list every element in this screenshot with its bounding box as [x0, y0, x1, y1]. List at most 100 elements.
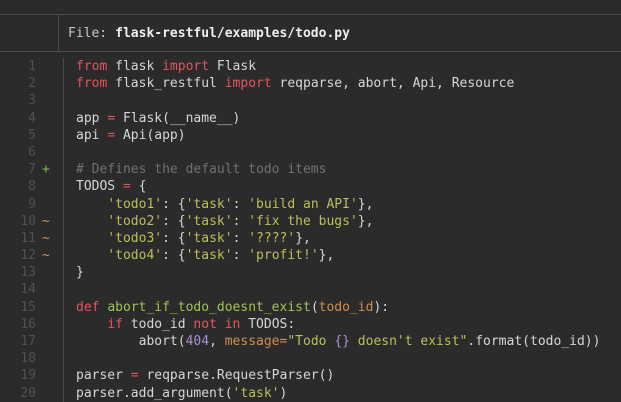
- line-number: 2: [0, 75, 36, 92]
- diff-marker: [36, 58, 64, 75]
- code-token: (: [311, 300, 319, 315]
- code-token: import: [225, 76, 272, 91]
- code-line: 18: [0, 350, 621, 367]
- code-token: :: [233, 214, 249, 229]
- file-header: File:flask-restful/examples/todo.py: [0, 15, 621, 51]
- code-token: 'profit!': [248, 248, 318, 263]
- line-content: [64, 281, 621, 298]
- line-content: [64, 144, 621, 161]
- diff-marker: [36, 299, 64, 316]
- code-token: todo_id: [319, 300, 374, 315]
- code-token: {: [131, 179, 147, 194]
- code-line: 7+# Defines the default todo items: [0, 161, 621, 178]
- line-content: def abort_if_todo_doesnt_exist(todo_id):: [64, 299, 621, 316]
- line-number: 17: [0, 333, 36, 350]
- line-number: 8: [0, 178, 36, 195]
- code-token: =: [123, 179, 131, 194]
- code-token: 'todo2': [107, 214, 162, 229]
- line-content: 'todo4': {'task': 'profit!'},: [64, 247, 621, 264]
- code-line: 20parser.add_argument('task'): [0, 385, 621, 402]
- line-number: 14: [0, 281, 36, 298]
- file-label: File:: [68, 26, 107, 41]
- code-token: =: [131, 368, 139, 383]
- code-token: doesn't exist": [350, 334, 467, 349]
- code-token: ):: [373, 300, 389, 315]
- code-token: if: [107, 317, 123, 332]
- diff-marker: [36, 333, 64, 350]
- code-token: 404: [186, 334, 209, 349]
- line-content: [64, 350, 621, 367]
- line-number: 20: [0, 385, 36, 402]
- code-token: import: [162, 59, 209, 74]
- code-line: 9 'todo1': {'task': 'build an API'},: [0, 196, 621, 213]
- code-token: parser.add_argument(: [76, 386, 233, 401]
- line-number: 18: [0, 350, 36, 367]
- code-token: 'task': [186, 197, 233, 212]
- code-token: def: [76, 300, 99, 315]
- code-token: Flask: [209, 59, 256, 74]
- line-content: TODOS = {: [64, 178, 621, 195]
- code-line: 6: [0, 144, 621, 161]
- code-token: 'task': [186, 214, 233, 229]
- line-content: # Defines the default todo items: [64, 161, 621, 178]
- line-number: 12: [0, 247, 36, 264]
- code-token: abort(: [76, 334, 186, 349]
- line-number: 1: [0, 58, 36, 75]
- diff-marker: [36, 127, 64, 144]
- code-token: [76, 248, 107, 263]
- code-token: .format(todo_id)): [467, 334, 600, 349]
- code-token: Flask(__name__): [115, 111, 240, 126]
- code-token: reqparse.RequestParser(): [139, 368, 335, 383]
- line-number: 13: [0, 264, 36, 281]
- code-token: },: [319, 248, 335, 263]
- code-line: 8 TODOS = {: [0, 178, 621, 195]
- code-token: reqparse, abort, Api, Resource: [272, 76, 515, 91]
- diff-marker: [36, 385, 64, 402]
- line-number: 9: [0, 196, 36, 213]
- code-token: [76, 231, 107, 246]
- code-token: [76, 197, 107, 212]
- code-token: TODOS: [76, 179, 123, 194]
- code-token: message=: [225, 334, 288, 349]
- code-token: abort_if_todo_doesnt_exist: [107, 300, 311, 315]
- line-number: 19: [0, 367, 36, 384]
- code-line: 16 if todo_id not in TODOS:: [0, 316, 621, 333]
- code-token: {}: [334, 334, 350, 349]
- line-number: 3: [0, 92, 36, 109]
- code-line: 10~ 'todo2': {'task': 'fix the bugs'},: [0, 213, 621, 230]
- code-viewer-window: File:flask-restful/examples/todo.py 1 fro…: [0, 0, 621, 402]
- line-number: 5: [0, 127, 36, 144]
- code-token: : {: [162, 214, 185, 229]
- code-token: 'build an API': [248, 197, 358, 212]
- line-content: parser = reqparse.RequestParser(): [64, 367, 621, 384]
- code-token: },: [358, 214, 374, 229]
- code-token: '????': [248, 231, 295, 246]
- line-number: 10: [0, 213, 36, 230]
- code-token: 'todo1': [107, 197, 162, 212]
- diff-modified-marker: ~: [36, 247, 64, 264]
- code-area: 1 from flask import Flask 2 from flask_rest…: [0, 52, 621, 402]
- code-token: ,: [209, 334, 225, 349]
- code-line: 3: [0, 92, 621, 109]
- line-content: app = Flask(__name__): [64, 110, 621, 127]
- code-token: Api(app): [115, 128, 185, 143]
- code-line: 1 from flask import Flask: [0, 58, 621, 75]
- code-line: 17 abort(404, message="Todo {} doesn't e…: [0, 333, 621, 350]
- line-content: 'todo2': {'task': 'fix the bugs'},: [64, 213, 621, 230]
- line-content: abort(404, message="Todo {} doesn't exis…: [64, 333, 621, 350]
- line-content: api = Api(app): [64, 127, 621, 144]
- code-line: 14: [0, 281, 621, 298]
- diff-modified-marker: ~: [36, 230, 64, 247]
- code-token: : {: [162, 197, 185, 212]
- code-token: 'todo4': [107, 248, 162, 263]
- line-content: from flask_restful import reqparse, abor…: [64, 75, 621, 92]
- line-content: [64, 92, 621, 109]
- diff-marker: [36, 92, 64, 109]
- line-content: from flask import Flask: [64, 58, 621, 75]
- code-token: =: [107, 128, 115, 143]
- diff-marker: [36, 281, 64, 298]
- code-token: in: [225, 317, 241, 332]
- code-token: : {: [162, 248, 185, 263]
- code-token: },: [295, 231, 311, 246]
- diff-marker: [36, 178, 64, 195]
